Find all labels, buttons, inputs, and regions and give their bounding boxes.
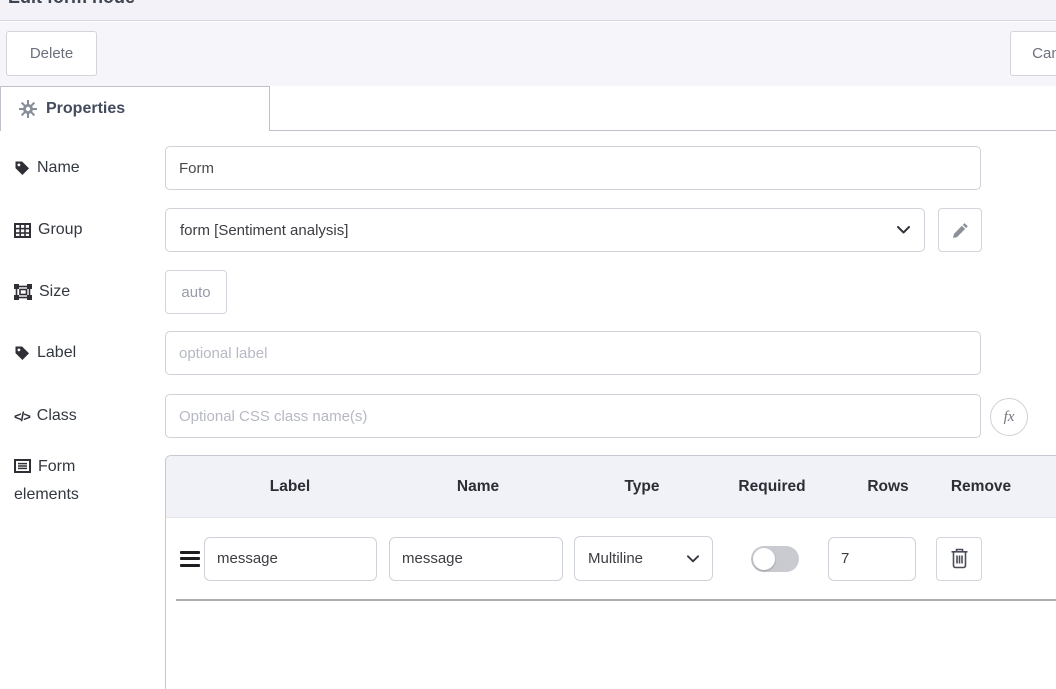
expression-fx-button[interactable]: fx: [990, 398, 1028, 436]
form-elements-field-label: Form elements: [14, 453, 118, 509]
pencil-icon: [952, 222, 969, 239]
size-field-label: Size: [14, 282, 70, 302]
form-elements-table-header: Label Name Type Required Rows Remove: [166, 456, 1056, 518]
header-required: Required: [712, 478, 832, 496]
tab-properties-label: Properties: [46, 100, 125, 118]
code-icon: </>: [14, 409, 30, 424]
list-icon: [14, 459, 31, 473]
gear-icon: [19, 100, 37, 118]
element-label-input[interactable]: [204, 537, 377, 581]
toggle-knob: [753, 548, 775, 570]
trash-icon: [950, 548, 969, 569]
element-name-input[interactable]: [389, 537, 563, 581]
header-remove: Remove: [948, 478, 1014, 496]
properties-form: Name Group form [Sentiment analysis]: [0, 131, 1056, 689]
header-name: Name: [390, 478, 566, 496]
label-input[interactable]: [165, 331, 981, 375]
fx-icon: fx: [1004, 409, 1015, 426]
label-field-label: Label: [14, 343, 76, 363]
name-field-label: Name: [14, 158, 80, 178]
element-type-select[interactable]: Multiline: [574, 536, 713, 581]
tab-strip: Properties: [0, 86, 1056, 131]
edit-group-button[interactable]: [938, 208, 982, 252]
class-input[interactable]: [165, 394, 981, 438]
group-field-label: Group: [14, 220, 82, 240]
name-input[interactable]: [165, 146, 981, 190]
chevron-down-icon: [897, 226, 910, 234]
header-rows: Rows: [844, 478, 932, 496]
form-element-row: Multiline: [176, 518, 1056, 601]
remove-element-button[interactable]: [936, 537, 982, 581]
object-group-icon: [14, 284, 32, 300]
dialog-toolbar: Delete Cancel: [0, 22, 1056, 86]
tab-properties[interactable]: Properties: [0, 86, 270, 131]
cancel-button[interactable]: Cancel: [1010, 31, 1056, 76]
header-label: Label: [202, 478, 378, 496]
group-select[interactable]: form [Sentiment analysis]: [165, 208, 925, 252]
tag-icon: [14, 160, 30, 176]
class-field-label: </> Class: [14, 406, 77, 426]
header-type: Type: [572, 478, 712, 496]
form-elements-list: Multiline: [166, 518, 1056, 601]
required-toggle[interactable]: [751, 546, 799, 572]
size-auto-button[interactable]: auto: [165, 270, 227, 314]
group-select-value: form [Sentiment analysis]: [180, 222, 348, 239]
tag-icon: [14, 345, 30, 361]
table-icon: [14, 223, 31, 238]
form-elements-table: Label Name Type Required Rows Remove Mul…: [165, 455, 1056, 689]
element-rows-input[interactable]: [828, 537, 916, 581]
drag-handle[interactable]: [177, 551, 203, 567]
dialog-header: Edit form node: [0, 0, 1056, 21]
dialog-title: Edit form node: [8, 0, 135, 8]
chevron-down-icon: [687, 555, 699, 563]
element-type-value: Multiline: [588, 550, 643, 567]
delete-button[interactable]: Delete: [6, 31, 97, 76]
